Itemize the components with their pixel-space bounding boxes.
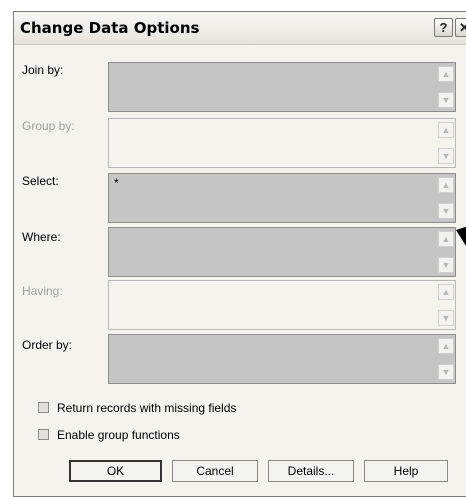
order-by-label: Order by:	[22, 338, 73, 352]
scroll-down-icon: ▼	[438, 310, 454, 326]
enable-group-functions-checkbox[interactable]	[38, 429, 49, 440]
scroll-down-icon[interactable]: ▼	[438, 92, 454, 108]
where-field[interactable]: ▲ ▼	[108, 227, 456, 277]
return-missing-fields-option[interactable]: Return records with missing fields	[38, 401, 236, 415]
group-by-field: ▲ ▼	[108, 118, 456, 168]
scroll-up-icon[interactable]: ▲	[438, 177, 454, 193]
help-button[interactable]: Help	[364, 460, 448, 482]
change-data-options-dialog: Change Data Options ? ✕ Join by: ▲ ▼ Gro…	[13, 11, 466, 497]
select-label: Select:	[22, 174, 59, 188]
cancel-button[interactable]: Cancel	[172, 460, 258, 482]
ok-button[interactable]: OK	[69, 460, 162, 482]
join-by-label: Join by:	[22, 63, 64, 77]
select-field[interactable]: * ▲ ▼	[108, 173, 456, 223]
return-missing-fields-label: Return records with missing fields	[57, 401, 237, 415]
scroll-up-icon[interactable]: ▲	[438, 66, 454, 82]
scroll-up-icon[interactable]: ▲	[438, 338, 454, 354]
group-by-label: Group by:	[22, 119, 75, 133]
return-missing-fields-checkbox[interactable]	[38, 402, 49, 413]
join-by-field[interactable]: ▲ ▼	[108, 62, 456, 112]
details-button[interactable]: Details...	[268, 460, 354, 482]
order-by-field[interactable]: ▲ ▼	[108, 334, 456, 384]
select-value: *	[114, 176, 119, 190]
help-icon[interactable]: ?	[434, 18, 453, 37]
title-bar: Change Data Options ? ✕	[14, 12, 466, 45]
scroll-up-icon: ▲	[438, 284, 454, 300]
scroll-down-icon: ▼	[438, 148, 454, 164]
where-label: Where:	[22, 230, 61, 244]
scroll-down-icon[interactable]: ▼	[438, 364, 454, 380]
scroll-down-icon[interactable]: ▼	[438, 203, 454, 219]
having-label: Having:	[22, 284, 63, 298]
scroll-down-icon[interactable]: ▼	[438, 257, 454, 273]
scroll-up-icon[interactable]: ▲	[438, 231, 454, 247]
enable-group-functions-label: Enable group functions	[57, 428, 180, 442]
close-icon[interactable]: ✕	[455, 18, 466, 37]
enable-group-functions-option[interactable]: Enable group functions	[38, 428, 180, 442]
having-field: ▲ ▼	[108, 280, 456, 330]
dialog-title: Change Data Options	[20, 19, 200, 37]
scroll-up-icon: ▲	[438, 122, 454, 138]
